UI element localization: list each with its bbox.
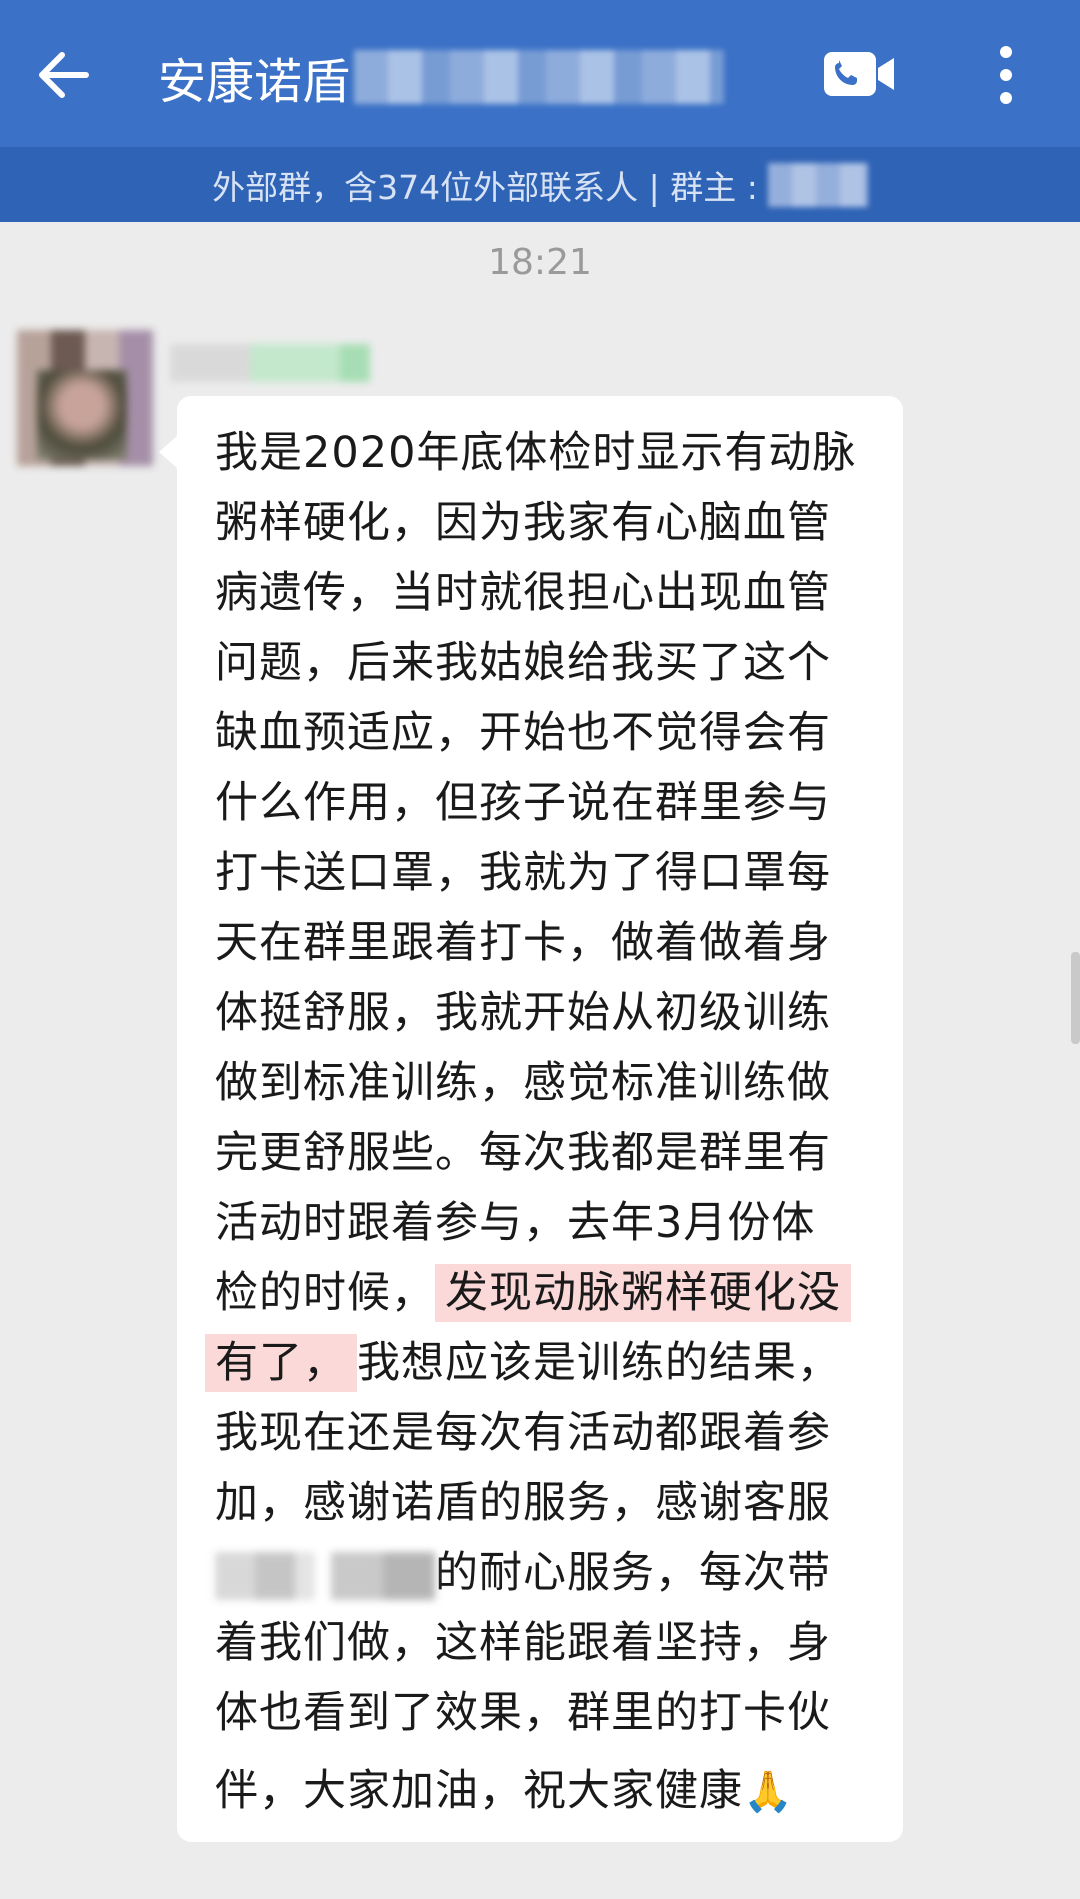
message-line: 我现在还是每次有活动都跟着参: [215, 1408, 831, 1458]
message-text: 我是2020年底体检时显示有动脉 粥样硬化，因为我家有心脑血管 病遗传，当时就很…: [205, 418, 869, 1826]
group-info-text: 外部群，含374位外部联系人 | 群主 :: [212, 167, 758, 207]
message-segment: 的耐心服务，每次带: [435, 1548, 831, 1598]
sender-name-redacted: [170, 344, 370, 382]
message-segment: 检的时候，: [215, 1268, 435, 1318]
praying-hands-icon: 🙏: [743, 1769, 794, 1815]
message-timestamp: 18:21: [488, 242, 592, 283]
highlighted-text: 发现动脉粥样硬化没: [435, 1264, 851, 1322]
message-line: 问题，后来我姑娘给我买了这个: [215, 638, 831, 688]
message-line: 粥样硬化，因为我家有心脑血管: [215, 498, 831, 548]
message-line: 缺血预适应，开始也不觉得会有: [215, 708, 831, 758]
message-segment: 伴，大家加油，祝大家健康: [215, 1766, 743, 1816]
chat-title: 安康诺盾: [158, 44, 725, 110]
message-line: 伴，大家加油，祝大家健康🙏: [215, 1756, 869, 1826]
redacted-owner: [767, 162, 868, 207]
chat-title-text: 安康诺盾: [158, 54, 351, 110]
message-line: 着我们做，这样能跟着坚持，身: [215, 1618, 831, 1668]
message-line: 病遗传，当时就很担心出现血管: [215, 568, 831, 618]
message-line: 天在群里跟着打卡，做着做着身: [215, 918, 831, 968]
avatar[interactable]: [17, 330, 153, 466]
message-line: 活动时跟着参与，去年3月份体: [215, 1198, 816, 1248]
highlighted-text: 有了，: [205, 1334, 357, 1392]
message-line: 什么作用，但孩子说在群里参与: [215, 778, 831, 828]
message-segment: 我想应该是训练的结果，: [357, 1338, 841, 1388]
message-line: 我是2020年底体检时显示有动脉: [215, 428, 857, 478]
chat-header: 安康诺盾: [0, 0, 1080, 147]
message-line: 检的时候， 发现动脉粥样硬化没: [215, 1258, 869, 1328]
message-line: 有了， 我想应该是训练的结果，: [205, 1328, 869, 1398]
more-vertical-icon[interactable]: [990, 40, 1022, 110]
message-line: 打卡送口罩，我就为了得口罩每: [215, 848, 831, 898]
group-info-bar[interactable]: 外部群，含374位外部联系人 | 群主 :: [0, 147, 1080, 222]
redacted-name: [215, 1551, 315, 1600]
redacted-title: [354, 50, 725, 104]
redacted-name: [331, 1551, 435, 1600]
scrollbar-thumb[interactable]: [1071, 952, 1080, 1044]
message-line: 做到标准训练，感觉标准训练做: [215, 1058, 831, 1108]
message-line: 体挺舒服，我就开始从初级训练: [215, 988, 831, 1038]
message-line: 加，感谢诺盾的服务，感谢客服: [215, 1478, 831, 1528]
video-call-icon[interactable]: [822, 44, 898, 104]
message-line: 的耐心服务，每次带: [215, 1538, 869, 1608]
message-bubble[interactable]: 我是2020年底体检时显示有动脉 粥样硬化，因为我家有心脑血管 病遗传，当时就很…: [159, 396, 903, 1842]
message-line: 完更舒服些。每次我都是群里有: [215, 1128, 831, 1178]
arrow-left-icon[interactable]: [30, 40, 100, 110]
message-line: 体也看到了效果，群里的打卡伙: [215, 1688, 831, 1738]
